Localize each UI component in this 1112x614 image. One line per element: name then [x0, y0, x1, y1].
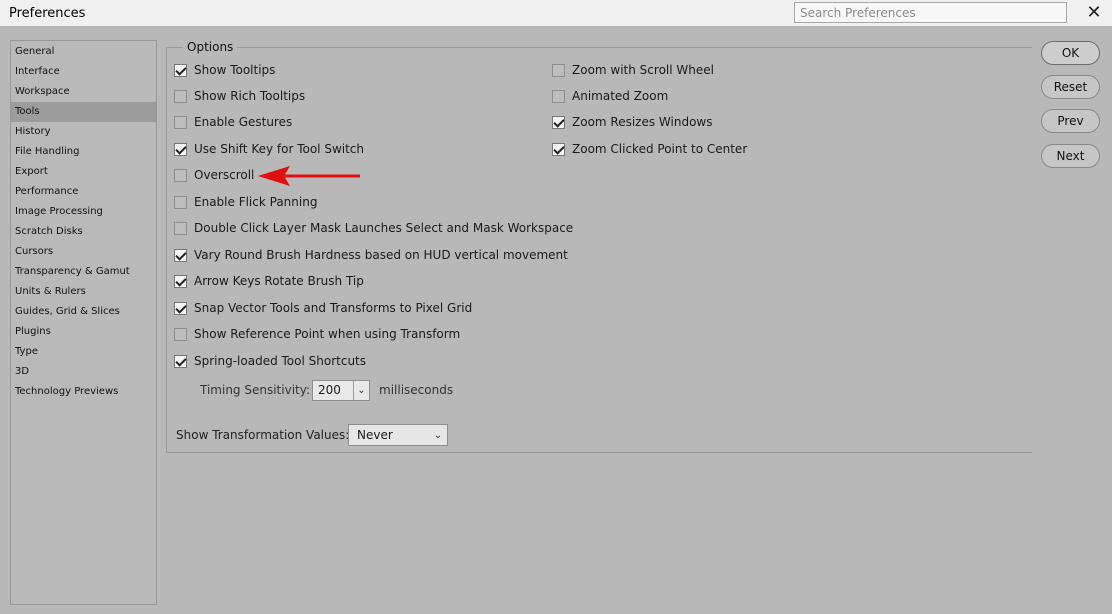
checkbox-show-tooltips[interactable]: Show Tooltips: [174, 61, 275, 79]
next-button[interactable]: Next: [1041, 144, 1100, 168]
search-preferences-input[interactable]: [794, 2, 1067, 23]
checkbox-arrow-keys-rotate-brush-tip[interactable]: Arrow Keys Rotate Brush Tip: [174, 272, 364, 290]
checkbox-unchecked-icon[interactable]: [174, 327, 187, 341]
timing-unit-label: milliseconds: [379, 383, 454, 397]
transformation-values-select[interactable]: Never ⌄: [348, 424, 448, 446]
prev-button[interactable]: Prev: [1041, 109, 1100, 133]
sidebar-item-performance[interactable]: Performance: [11, 182, 156, 202]
checkbox-checked-icon[interactable]: [174, 354, 187, 368]
checkbox-checked-icon[interactable]: [552, 142, 565, 156]
checkbox-label: Zoom Resizes Windows: [572, 115, 713, 129]
checkbox-unchecked-icon[interactable]: [174, 89, 187, 103]
checkbox-animated-zoom[interactable]: Animated Zoom: [552, 87, 668, 105]
checkbox-checked-icon[interactable]: [174, 142, 187, 156]
checkbox-label: Double Click Layer Mask Launches Select …: [194, 221, 574, 235]
checkbox-spring-loaded-tool-shortcuts[interactable]: Spring-loaded Tool Shortcuts: [174, 352, 366, 370]
checkbox-zoom-clicked-point-to-center[interactable]: Zoom Clicked Point to Center: [552, 140, 747, 158]
chevron-down-icon: ⌄: [353, 381, 369, 400]
sidebar-item-technology-previews[interactable]: Technology Previews: [11, 382, 156, 402]
sidebar-item-file-handling[interactable]: File Handling: [11, 142, 156, 162]
preferences-sidebar: General Interface Workspace Tools History Fil…: [10, 40, 157, 605]
sidebar-item-scratch-disks[interactable]: Scratch Disks: [11, 222, 156, 242]
checkbox-snap-vector-tools-and-transforms-to-pixel-grid[interactable]: Snap Vector Tools and Transforms to Pixe…: [174, 299, 472, 317]
checkbox-checked-icon[interactable]: [174, 248, 187, 262]
sidebar-item-units-rulers[interactable]: Units & Rulers: [11, 282, 156, 302]
checkbox-zoom-resizes-windows[interactable]: Zoom Resizes Windows: [552, 113, 713, 131]
transformation-values-value: Never: [357, 428, 393, 442]
checkbox-unchecked-icon[interactable]: [552, 89, 565, 103]
checkbox-unchecked-icon[interactable]: [552, 63, 565, 77]
sidebar-item-workspace[interactable]: Workspace: [11, 82, 156, 102]
sidebar-item-type[interactable]: Type: [11, 342, 156, 362]
checkbox-unchecked-icon[interactable]: [174, 115, 187, 129]
checkbox-checked-icon[interactable]: [552, 115, 565, 129]
sidebar-nav: General Interface Workspace Tools History Fil…: [11, 41, 156, 402]
checkbox-label: Use Shift Key for Tool Switch: [194, 142, 365, 156]
checkbox-unchecked-icon[interactable]: [174, 168, 187, 182]
checkbox-label: Enable Gestures: [194, 115, 293, 129]
checkbox-label: Zoom Clicked Point to Center: [572, 142, 748, 156]
checkbox-unchecked-icon[interactable]: [174, 221, 187, 235]
checkbox-label: Animated Zoom: [572, 89, 669, 103]
sidebar-item-cursors[interactable]: Cursors: [11, 242, 156, 262]
window-title: Preferences: [9, 6, 86, 21]
transformation-values-label: Show Transformation Values:: [176, 428, 350, 442]
sidebar-item-history[interactable]: History: [11, 122, 156, 142]
timing-sensitivity-select[interactable]: 200 ⌄: [312, 380, 370, 401]
checkbox-label: Arrow Keys Rotate Brush Tip: [194, 274, 364, 288]
checkbox-label: Snap Vector Tools and Transforms to Pixe…: [194, 301, 473, 315]
checkbox-label: Show Tooltips: [194, 63, 276, 77]
checkbox-label: Enable Flick Panning: [194, 195, 318, 209]
title-bar: Preferences ✕: [0, 0, 1112, 26]
checkbox-show-rich-tooltips[interactable]: Show Rich Tooltips: [174, 87, 305, 105]
checkbox-label: Overscroll: [194, 168, 255, 182]
checkbox-label: Show Rich Tooltips: [194, 89, 306, 103]
sidebar-item-image-processing[interactable]: Image Processing: [11, 202, 156, 222]
sidebar-item-interface[interactable]: Interface: [11, 62, 156, 82]
checkbox-checked-icon[interactable]: [174, 274, 187, 288]
options-legend: Options: [183, 40, 238, 54]
checkbox-enable-gestures[interactable]: Enable Gestures: [174, 113, 292, 131]
checkbox-use-shift-key-for-tool-switch[interactable]: Use Shift Key for Tool Switch: [174, 140, 364, 158]
checkbox-enable-flick-panning[interactable]: Enable Flick Panning: [174, 193, 317, 211]
close-icon[interactable]: ✕: [1083, 3, 1105, 23]
sidebar-item-transparency-gamut[interactable]: Transparency & Gamut: [11, 262, 156, 282]
checkbox-zoom-with-scroll-wheel[interactable]: Zoom with Scroll Wheel: [552, 61, 714, 79]
ok-button[interactable]: OK: [1041, 41, 1100, 65]
timing-sensitivity-label: Timing Sensitivity:: [200, 383, 310, 397]
checkbox-checked-icon[interactable]: [174, 63, 187, 77]
checkbox-label: Vary Round Brush Hardness based on HUD v…: [194, 248, 568, 262]
checkbox-label: Zoom with Scroll Wheel: [572, 63, 714, 77]
checkbox-label: Spring-loaded Tool Shortcuts: [194, 354, 367, 368]
checkbox-label: Show Reference Point when using Transfor…: [194, 327, 461, 341]
chevron-down-icon: ⌄: [433, 429, 443, 441]
sidebar-item-export[interactable]: Export: [11, 162, 156, 182]
sidebar-item-3d[interactable]: 3D: [11, 362, 156, 382]
checkbox-unchecked-icon[interactable]: [174, 195, 187, 209]
sidebar-item-general[interactable]: General: [11, 42, 156, 62]
timing-sensitivity-value: 200: [318, 383, 341, 397]
sidebar-item-tools[interactable]: Tools: [11, 102, 156, 122]
checkbox-vary-round-brush-hardness-based-on-hud-vertical-movement[interactable]: Vary Round Brush Hardness based on HUD v…: [174, 246, 568, 264]
annotation-arrow-icon: [258, 166, 360, 186]
checkbox-checked-icon[interactable]: [174, 301, 187, 315]
sidebar-item-plugins[interactable]: Plugins: [11, 322, 156, 342]
checkbox-show-reference-point-when-using-transform[interactable]: Show Reference Point when using Transfor…: [174, 325, 460, 343]
checkbox-double-click-layer-mask-launches-select-and-mask-workspace[interactable]: Double Click Layer Mask Launches Select …: [174, 219, 573, 237]
reset-button[interactable]: Reset: [1041, 75, 1100, 99]
sidebar-item-guides-grid-slices[interactable]: Guides, Grid & Slices: [11, 302, 156, 322]
checkbox-overscroll[interactable]: Overscroll: [174, 166, 254, 184]
